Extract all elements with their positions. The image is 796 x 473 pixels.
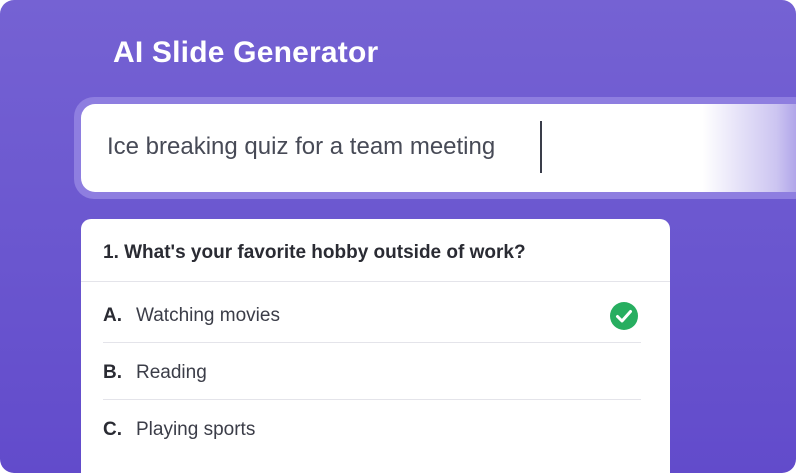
- check-circle-icon: [610, 302, 638, 330]
- option-letter: B.: [103, 362, 122, 383]
- quiz-option-a[interactable]: A. Watching movies: [103, 296, 641, 336]
- option-divider: [103, 399, 641, 400]
- option-label: Reading: [136, 362, 207, 383]
- option-letter: C.: [103, 419, 122, 440]
- quiz-option-c[interactable]: C. Playing sports: [103, 410, 641, 450]
- quiz-option-b[interactable]: B. Reading: [103, 353, 641, 393]
- option-letter: A.: [103, 305, 122, 326]
- quiz-question: 1. What's your favorite hobby outside of…: [103, 242, 526, 263]
- page-title: AI Slide Generator: [113, 36, 379, 69]
- prompt-input-value[interactable]: Ice breaking quiz for a team meeting: [107, 129, 495, 165]
- option-divider: [103, 342, 641, 343]
- question-divider: [81, 281, 670, 282]
- app-frame: AI Slide Generator Ice breaking quiz for…: [0, 0, 796, 473]
- option-label: Playing sports: [136, 419, 256, 440]
- option-label: Watching movies: [136, 305, 280, 326]
- quiz-card: 1. What's your favorite hobby outside of…: [81, 219, 670, 473]
- text-caret: [540, 121, 542, 173]
